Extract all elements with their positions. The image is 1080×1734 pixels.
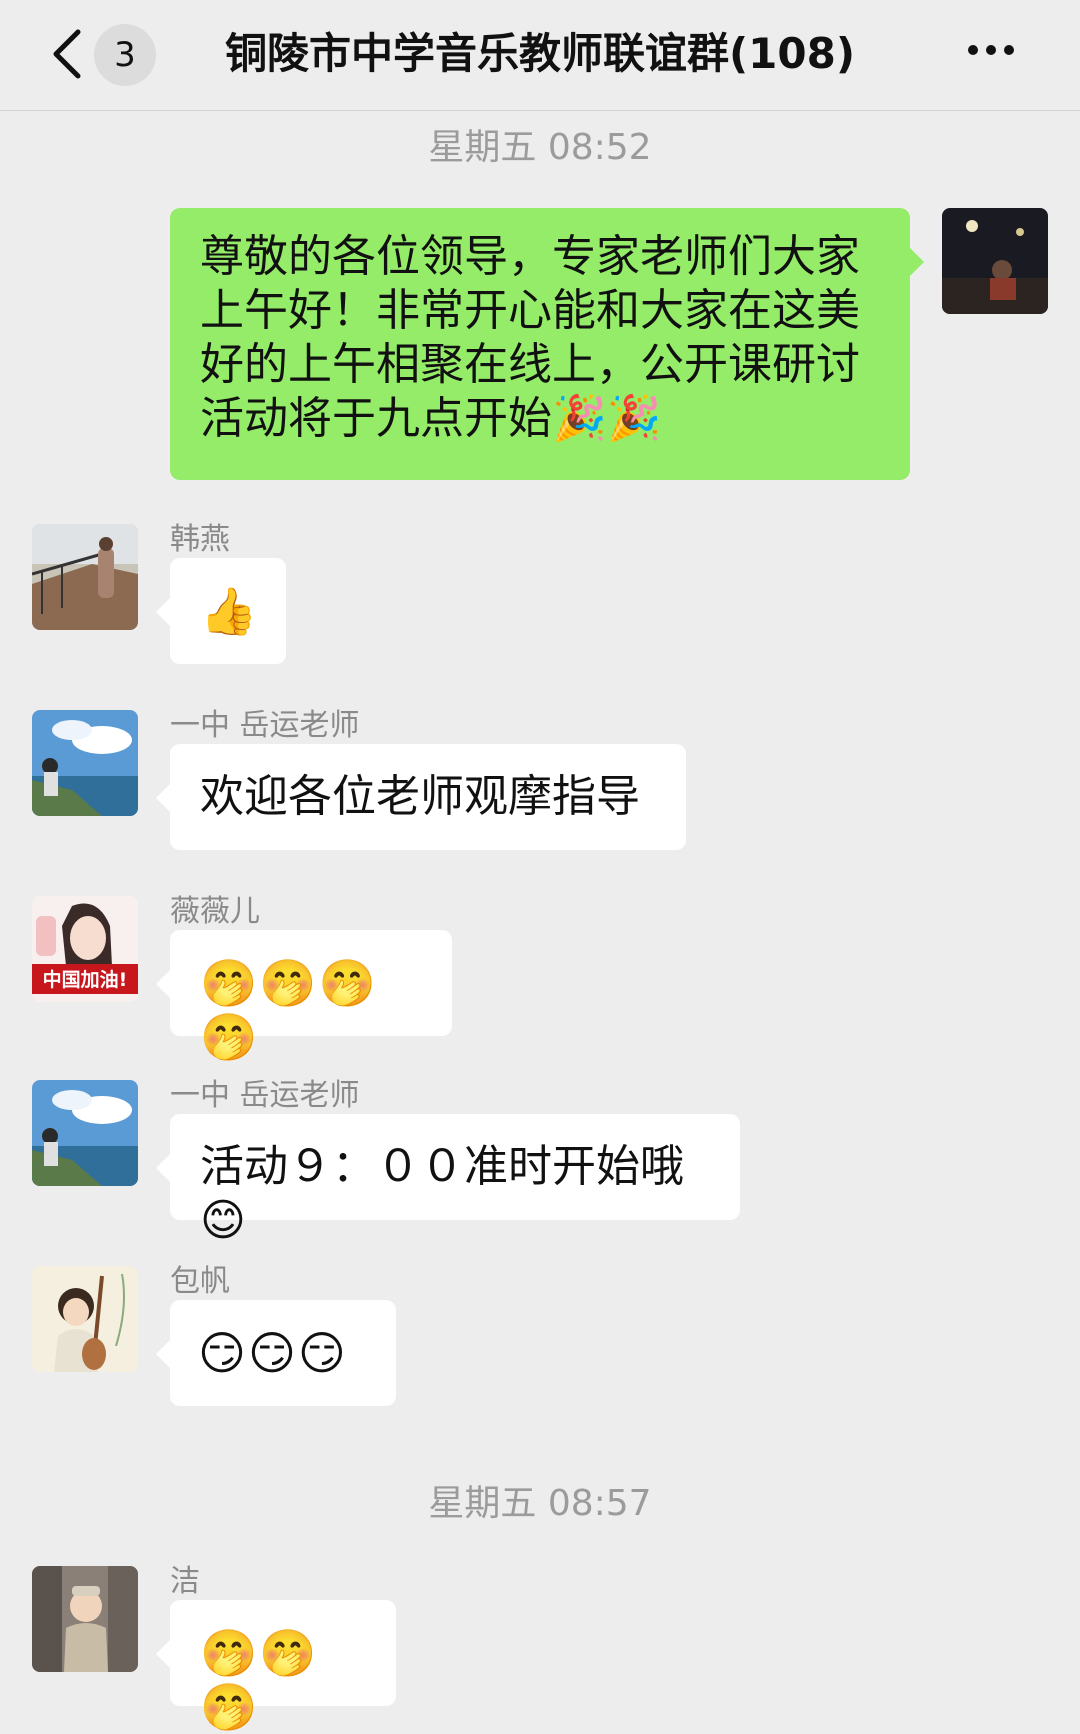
- avatar-jie[interactable]: [32, 1566, 138, 1672]
- avatar-wei-wei-er[interactable]: 中国加油!: [32, 896, 138, 1002]
- avatar-yue-yun[interactable]: [32, 1080, 138, 1186]
- message-bubble[interactable]: 欢迎各位老师观摩指导: [156, 744, 686, 850]
- unread-count-badge[interactable]: 3: [94, 24, 156, 86]
- more-dots-icon[interactable]: [968, 40, 1024, 64]
- message-bubble[interactable]: 👍: [156, 558, 286, 664]
- timestamp: 星期五 08:52: [428, 127, 652, 168]
- sender-name: 韩燕: [170, 522, 230, 557]
- sender-name: 洁: [170, 1564, 200, 1599]
- sender-name: 一中 岳运老师: [170, 1078, 360, 1113]
- avatar-yue-yun[interactable]: [32, 710, 138, 816]
- sender-name: 包帆: [170, 1264, 230, 1299]
- avatar-bao-fan[interactable]: [32, 1266, 138, 1372]
- chevron-left-icon[interactable]: [48, 28, 88, 80]
- avatar-han-yan[interactable]: [32, 524, 138, 630]
- message-bubble[interactable]: 活动９：００准时开始哦😊: [156, 1114, 740, 1246]
- sender-name: 薇薇儿: [170, 894, 260, 929]
- message-bubble[interactable]: 🤭🤭🤭🤭: [156, 930, 452, 1064]
- timestamp: 星期五 08:57: [428, 1483, 652, 1524]
- sender-name: 一中 岳运老师: [170, 708, 360, 743]
- message-bubble-self[interactable]: 尊敬的各位领导，专家老师们大家上午好！非常开心能和大家在这美好的上午相聚在线上，…: [170, 208, 924, 480]
- avatar-self[interactable]: [942, 208, 1048, 314]
- chat-header: 3 铜陵市中学音乐教师联谊群(108): [0, 0, 1080, 111]
- message-bubble[interactable]: 😏😏😏: [156, 1300, 396, 1406]
- chat-title: 铜陵市中学音乐教师联谊群(108): [224, 29, 856, 78]
- avatar-badge-text: 中国加油!: [43, 968, 128, 991]
- message-bubble[interactable]: 🤭🤭🤭: [156, 1600, 396, 1734]
